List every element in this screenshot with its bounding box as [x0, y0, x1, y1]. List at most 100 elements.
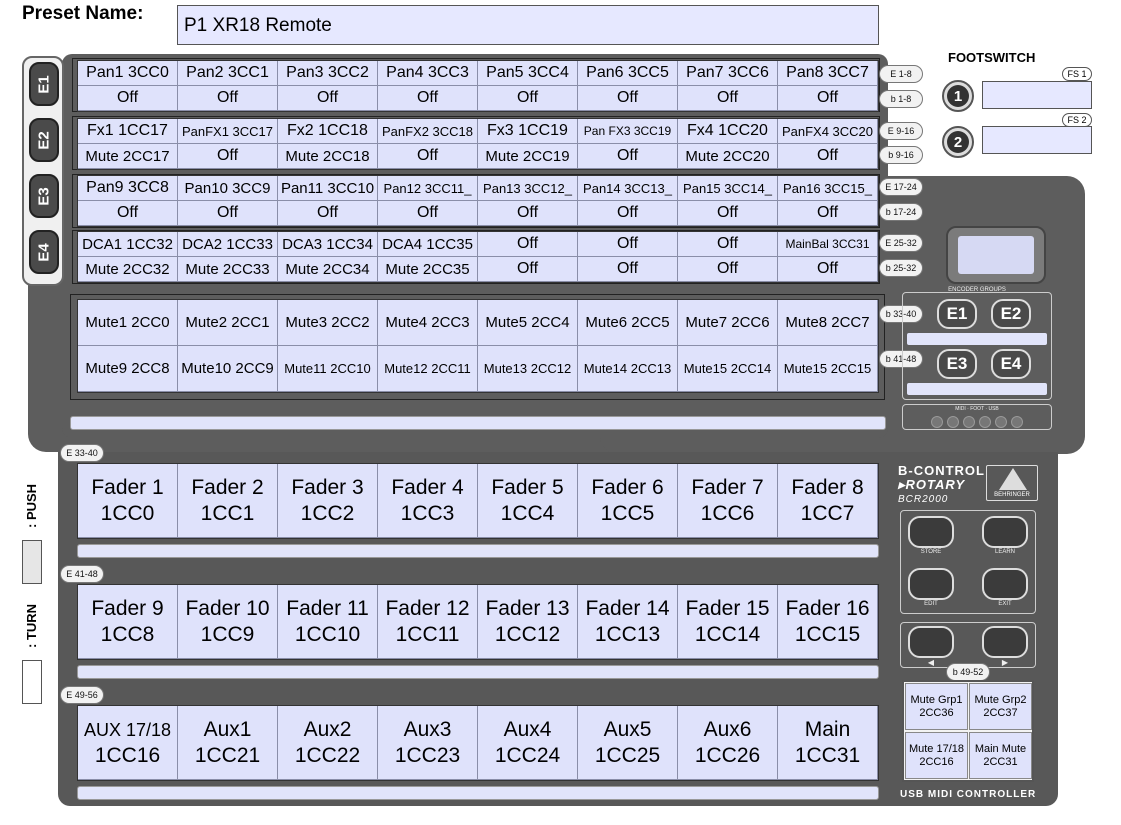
encoder-group-button-e4[interactable]: E4	[991, 349, 1031, 379]
button-cell[interactable]: Mute9 2CC8	[78, 346, 178, 392]
store-button[interactable]	[908, 516, 954, 548]
fader-cell[interactable]: AUX 17/18 1CC16	[78, 706, 178, 780]
button-cell[interactable]: Mute13 2CC12	[478, 346, 578, 392]
encoder-cell[interactable]: Off	[578, 232, 678, 257]
fader-cell[interactable]: Fader 8 1CC7	[778, 464, 878, 538]
encoder-cell[interactable]: DCA3 1CC34	[278, 232, 378, 257]
encoder-cell[interactable]: Off	[78, 86, 178, 111]
encoder-cell[interactable]: Pan16 3CC15_	[778, 176, 878, 201]
encoder-group-button-e1[interactable]: E1	[937, 299, 977, 329]
fader-cell[interactable]: Fader 3 1CC2	[278, 464, 378, 538]
encoder-cell[interactable]: Mute 2CC33	[178, 257, 278, 282]
button-cell[interactable]: Mute1 2CC0	[78, 300, 178, 346]
fader-cell[interactable]: Fader 11 1CC10	[278, 585, 378, 659]
encoder-cell[interactable]: Pan7 3CC6	[678, 61, 778, 86]
encoder-cell[interactable]: Off	[578, 201, 678, 226]
button-cell[interactable]: Mute15 2CC15	[778, 346, 878, 392]
exit-button[interactable]	[982, 568, 1028, 600]
fader-cell[interactable]: Fader 1 1CC0	[78, 464, 178, 538]
encoder-cell[interactable]: Off	[578, 86, 678, 111]
encoder-cell[interactable]: Off	[778, 257, 878, 282]
encoder-cell[interactable]: Off	[678, 86, 778, 111]
encoder-cell[interactable]: Off	[578, 257, 678, 282]
fader-cell[interactable]: Aux6 1CC26	[678, 706, 778, 780]
encoder-cell[interactable]: Off	[378, 144, 478, 169]
encoder-tab-e3[interactable]: E3	[29, 174, 59, 218]
encoder-cell[interactable]: Fx4 1CC20	[678, 119, 778, 144]
encoder-cell[interactable]: Off	[178, 144, 278, 169]
encoder-cell[interactable]: DCA4 1CC35	[378, 232, 478, 257]
fader-cell[interactable]: Fader 13 1CC12	[478, 585, 578, 659]
fader-cell[interactable]: Fader 15 1CC14	[678, 585, 778, 659]
encoder-tab-e1[interactable]: E1	[29, 62, 59, 106]
encoder-cell[interactable]: Pan FX3 3CC19	[578, 119, 678, 144]
mute-group-cell[interactable]: Main Mute 2CC31	[969, 732, 1032, 779]
fader-cell[interactable]: Fader 14 1CC13	[578, 585, 678, 659]
encoder-cell[interactable]: Pan2 3CC1	[178, 61, 278, 86]
encoder-cell[interactable]: Off	[678, 257, 778, 282]
footswitch-1-field[interactable]	[982, 81, 1092, 109]
fader-cell[interactable]: Aux2 1CC22	[278, 706, 378, 780]
encoder-cell[interactable]: Off	[78, 201, 178, 226]
button-cell[interactable]: Mute5 2CC4	[478, 300, 578, 346]
encoder-cell[interactable]: Off	[378, 201, 478, 226]
encoder-cell[interactable]: PanFX4 3CC20	[778, 119, 878, 144]
encoder-cell[interactable]: Fx1 1CC17	[78, 119, 178, 144]
button-cell[interactable]: Mute8 2CC7	[778, 300, 878, 346]
encoder-cell[interactable]: MainBal 3CC31	[778, 232, 878, 257]
encoder-cell[interactable]: Off	[678, 232, 778, 257]
fader-cell[interactable]: Aux1 1CC21	[178, 706, 278, 780]
fader-cell[interactable]: Fader 6 1CC5	[578, 464, 678, 538]
fader-cell[interactable]: Aux3 1CC23	[378, 706, 478, 780]
encoder-cell[interactable]: Pan5 3CC4	[478, 61, 578, 86]
encoder-cell[interactable]: Off	[178, 86, 278, 111]
mute-group-cell[interactable]: Mute Grp1 2CC36	[905, 683, 968, 730]
encoder-cell[interactable]: PanFX2 3CC18	[378, 119, 478, 144]
button-cell[interactable]: Mute6 2CC5	[578, 300, 678, 346]
fader-cell[interactable]: Fader 7 1CC6	[678, 464, 778, 538]
encoder-cell[interactable]: Off	[278, 201, 378, 226]
encoder-cell[interactable]: Mute 2CC19	[478, 144, 578, 169]
encoder-cell[interactable]: Mute 2CC35	[378, 257, 478, 282]
fader-cell[interactable]: Fader 16 1CC15	[778, 585, 878, 659]
preset-name-field[interactable]: P1 XR18 Remote	[177, 5, 879, 45]
encoder-group-button-e3[interactable]: E3	[937, 349, 977, 379]
button-cell[interactable]: Mute14 2CC13	[578, 346, 678, 392]
button-cell[interactable]: Mute4 2CC3	[378, 300, 478, 346]
learn-button[interactable]	[982, 516, 1028, 548]
encoder-cell[interactable]: Off	[778, 86, 878, 111]
button-cell[interactable]: Mute2 2CC1	[178, 300, 278, 346]
encoder-cell[interactable]: Pan13 3CC12_	[478, 176, 578, 201]
encoder-cell[interactable]: Mute 2CC34	[278, 257, 378, 282]
encoder-cell[interactable]: Fx3 1CC19	[478, 119, 578, 144]
fader-cell[interactable]: Aux4 1CC24	[478, 706, 578, 780]
button-cell[interactable]: Mute3 2CC2	[278, 300, 378, 346]
encoder-cell[interactable]: Mute 2CC20	[678, 144, 778, 169]
encoder-tab-e2[interactable]: E2	[29, 118, 59, 162]
encoder-cell[interactable]: Pan10 3CC9	[178, 176, 278, 201]
encoder-cell[interactable]: Mute 2CC32	[78, 257, 178, 282]
encoder-cell[interactable]: Pan14 3CC13_	[578, 176, 678, 201]
button-cell[interactable]: Mute7 2CC6	[678, 300, 778, 346]
encoder-cell[interactable]: Off	[478, 232, 578, 257]
encoder-cell[interactable]: Pan15 3CC14_	[678, 176, 778, 201]
encoder-cell[interactable]: Pan1 3CC0	[78, 61, 178, 86]
preset-prev-button[interactable]	[908, 626, 954, 658]
encoder-cell[interactable]: Pan11 3CC10	[278, 176, 378, 201]
edit-button[interactable]	[908, 568, 954, 600]
encoder-tab-e4[interactable]: E4	[29, 230, 59, 274]
encoder-group-button-e2[interactable]: E2	[991, 299, 1031, 329]
fader-cell[interactable]: Fader 12 1CC11	[378, 585, 478, 659]
encoder-cell[interactable]: Off	[778, 201, 878, 226]
encoder-cell[interactable]: Off	[678, 201, 778, 226]
encoder-cell[interactable]: Off	[278, 86, 378, 111]
preset-next-button[interactable]	[982, 626, 1028, 658]
encoder-cell[interactable]: Mute 2CC18	[278, 144, 378, 169]
mute-group-cell[interactable]: Mute 17/18 2CC16	[905, 732, 968, 779]
encoder-cell[interactable]: PanFX1 3CC17	[178, 119, 278, 144]
encoder-cell[interactable]: Off	[478, 257, 578, 282]
fader-cell[interactable]: Fader 9 1CC8	[78, 585, 178, 659]
encoder-cell[interactable]: Pan4 3CC3	[378, 61, 478, 86]
fader-cell[interactable]: Fader 4 1CC3	[378, 464, 478, 538]
encoder-cell[interactable]: Pan6 3CC5	[578, 61, 678, 86]
